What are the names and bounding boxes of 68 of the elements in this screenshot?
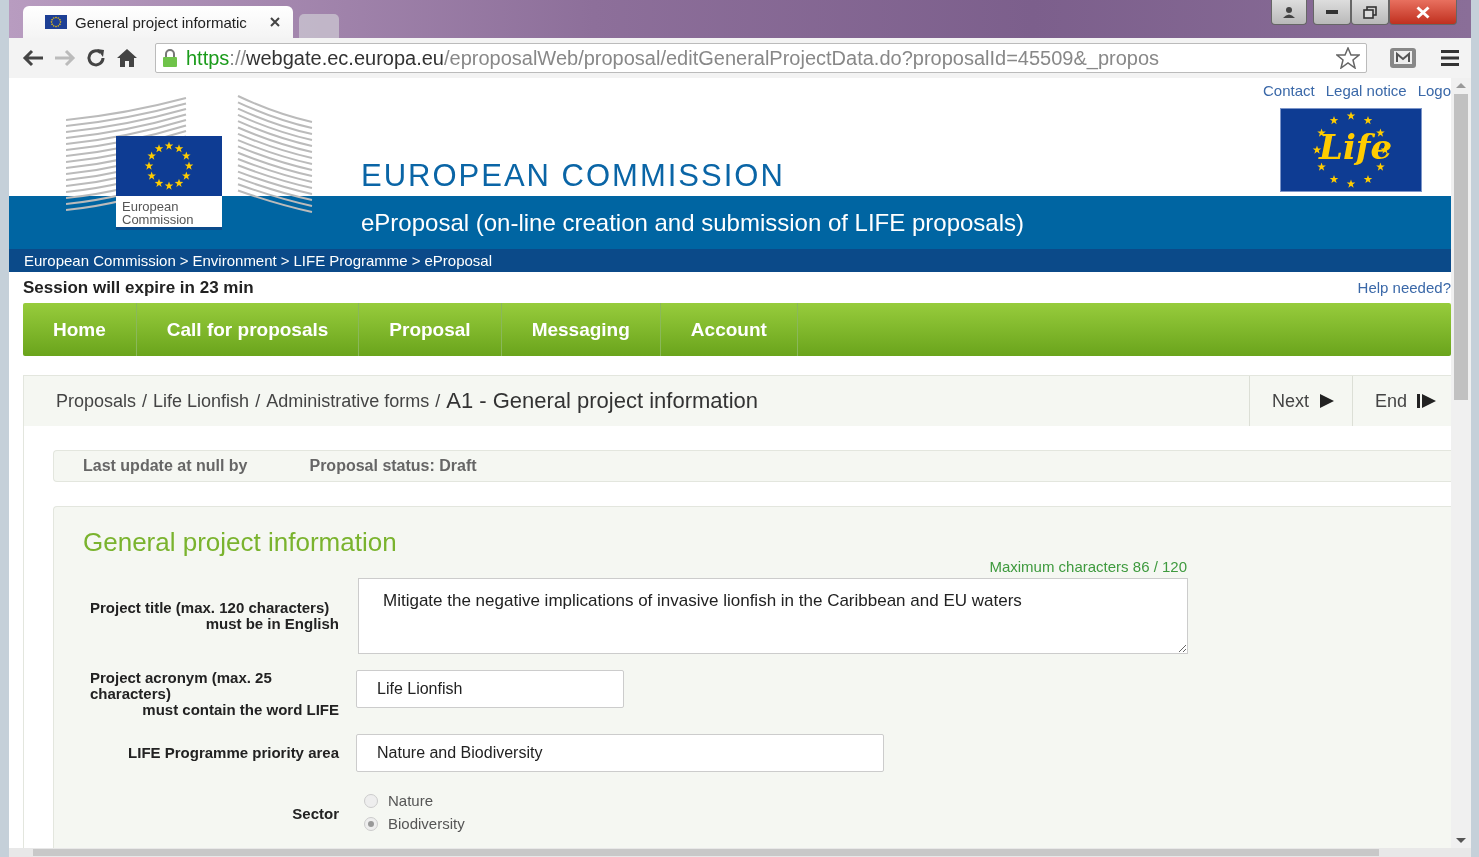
next-button[interactable]: Next	[1249, 376, 1352, 426]
reload-icon[interactable]	[85, 47, 107, 69]
lock-icon	[162, 48, 178, 68]
breadcrumb-link[interactable]: Life Lionfish	[153, 390, 250, 412]
header-link[interactable]: Contact	[1263, 82, 1315, 99]
site-title: EUROPEAN COMMISSION	[361, 158, 785, 194]
status-text: Last update at null by	[83, 457, 248, 475]
field-hint: must be in English	[205, 616, 339, 632]
close-icon[interactable]	[269, 16, 281, 28]
character-counter: Maximum characters 86 / 120	[989, 558, 1187, 575]
radio-button[interactable]	[364, 816, 378, 831]
field-label: LIFE Programme priority area	[127, 745, 339, 761]
input-field[interactable]: Life Lionfish	[356, 670, 624, 708]
breadcrumb-separator: /	[255, 390, 261, 412]
form-title: General project information	[83, 527, 398, 558]
radio-button[interactable]	[364, 793, 378, 808]
extension-icon[interactable]	[1389, 47, 1417, 69]
session-notice: Session will expire in 23 min	[23, 277, 254, 298]
breadcrumb-separator: >	[280, 252, 290, 269]
input-field[interactable]: Nature and Biodiversity	[356, 734, 884, 772]
header-link[interactable]: Legal notice	[1325, 82, 1407, 99]
person-icon	[1282, 6, 1296, 18]
header-link[interactable]: Logo	[1417, 82, 1451, 99]
field-label: Sector	[291, 806, 339, 822]
address-bar[interactable]: https://webgate.ec.europa.eu/eproposalWeb/proposal/editGeneralProjectData.do?proposalId=45509&_propos	[155, 43, 1367, 73]
skip-to-end-icon	[1417, 393, 1438, 409]
menu-icon[interactable]	[1439, 49, 1461, 67]
scrollbar-thumb[interactable]	[33, 849, 1379, 856]
radio-label: Biodiversity	[388, 815, 465, 832]
play-icon	[1319, 393, 1335, 409]
breadcrumb-link[interactable]: eProposal	[424, 252, 492, 269]
flag-icon	[45, 15, 67, 29]
scrollbar-thumb[interactable]	[1454, 94, 1468, 400]
radio-label: Nature	[388, 792, 434, 809]
breadcrumb-separator: /	[142, 390, 148, 412]
site-subtitle: eProposal (on-line creation and submission of LIFE proposals)	[361, 208, 1024, 237]
url-text: https://webgate.ec.europa.eu/eproposalWeb/proposal/editGeneralProjectData.do?proposalId=45509&_propos	[186, 46, 1161, 70]
logo-text: Life	[1319, 127, 1393, 167]
help-link[interactable]: Help needed?	[1357, 279, 1451, 296]
logo-text: European Commission	[116, 196, 222, 230]
home-icon[interactable]	[115, 47, 139, 69]
breadcrumb-link[interactable]: LIFE Programme	[293, 252, 408, 269]
breadcrumb-link[interactable]: European Commission	[24, 252, 176, 269]
field-label: Project acronym (max. 25 characters)	[89, 670, 273, 702]
minimize-icon	[1326, 10, 1338, 14]
field-label: Project title (max. 120 characters)	[89, 600, 331, 616]
minimize-button[interactable]	[1313, 0, 1351, 25]
breadcrumb-separator: >	[179, 252, 189, 269]
breadcrumb-link[interactable]: Environment	[192, 252, 277, 269]
close-icon	[1416, 5, 1430, 19]
breadcrumb-link[interactable]: Administrative forms	[266, 390, 430, 412]
back-arrow-icon[interactable]	[21, 48, 45, 68]
field-hint: must contain the word LIFE	[142, 702, 339, 718]
breadcrumb-separator: >	[411, 252, 421, 269]
close-button[interactable]	[1389, 0, 1457, 25]
star-ring-icon	[1312, 111, 1390, 189]
eu-flag-icon	[116, 136, 222, 196]
page-title: A1 - General project information	[446, 388, 759, 414]
tab-title: General project informatic	[75, 13, 248, 31]
profile-button[interactable]	[1271, 0, 1307, 25]
maximize-icon	[1363, 5, 1377, 19]
star-icon[interactable]	[1336, 47, 1360, 69]
browser-tab[interactable]: General project informatic	[23, 6, 293, 38]
breadcrumb-separator: /	[435, 390, 441, 412]
breadcrumb-link[interactable]: Proposals	[56, 390, 137, 412]
text-area[interactable]: Mitigate the negative implications of invasive lionfish in the Caribbean and EU waters	[358, 578, 1188, 654]
status-text: Proposal status: Draft	[309, 457, 477, 475]
maximize-button[interactable]	[1351, 0, 1389, 25]
